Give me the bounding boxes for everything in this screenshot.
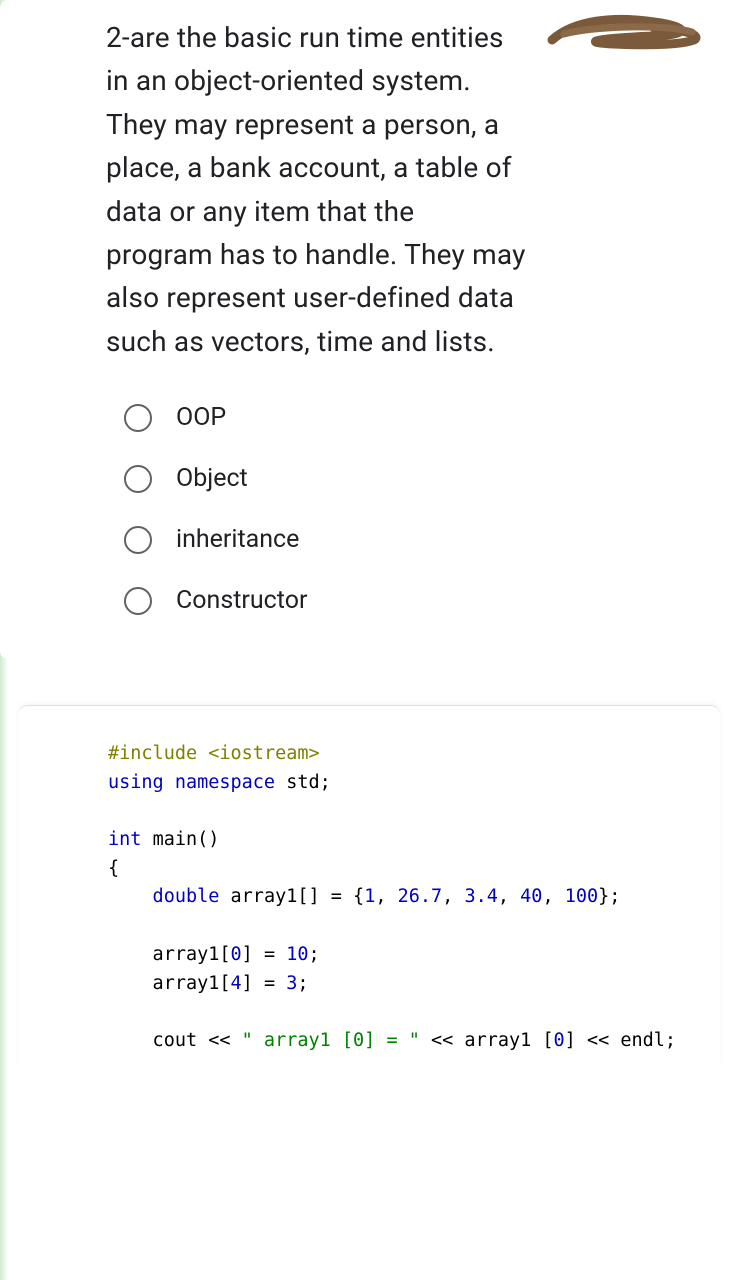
code-token: 26.7 bbox=[398, 886, 443, 907]
code-token: using bbox=[108, 772, 175, 793]
code-token: << array1 [ bbox=[420, 1030, 554, 1051]
code-token: 0 bbox=[231, 944, 242, 965]
code-token: 3 bbox=[286, 973, 297, 994]
code-token: <iostream> bbox=[208, 743, 319, 764]
code-token: std; bbox=[286, 772, 331, 793]
option-object[interactable]: Object bbox=[124, 464, 710, 493]
code-token: 0 bbox=[554, 1030, 565, 1051]
code-token: " array1 [0] = " bbox=[242, 1030, 420, 1051]
marker-scribble bbox=[544, 4, 704, 60]
code-token: 40 bbox=[520, 886, 542, 907]
radio-icon[interactable] bbox=[124, 526, 152, 554]
code-token: array1[ bbox=[108, 944, 231, 965]
code-block: #include <iostream> using namespace std;… bbox=[108, 740, 630, 1055]
code-token: ; bbox=[297, 973, 308, 994]
code-token: double bbox=[108, 886, 231, 907]
code-token: 1 bbox=[364, 886, 375, 907]
code-token: , bbox=[542, 886, 564, 907]
option-label: Object bbox=[176, 464, 248, 493]
code-token: 4 bbox=[231, 973, 242, 994]
code-token: 100 bbox=[565, 886, 598, 907]
radio-icon[interactable] bbox=[124, 465, 152, 493]
code-token: main() bbox=[153, 829, 220, 850]
code-token: int bbox=[108, 829, 153, 850]
code-token: ] = bbox=[242, 944, 287, 965]
code-token: , bbox=[498, 886, 520, 907]
option-label: Constructor bbox=[176, 586, 307, 615]
question-text: 2-are the basic run time entities in an … bbox=[106, 16, 526, 363]
code-token: 3.4 bbox=[464, 886, 497, 907]
code-token: array1[ bbox=[108, 973, 231, 994]
code-token: ; bbox=[309, 944, 320, 965]
option-label: inheritance bbox=[176, 525, 299, 554]
code-card: #include <iostream> using namespace std;… bbox=[18, 705, 720, 1065]
code-token: { bbox=[108, 858, 119, 879]
option-constructor[interactable]: Constructor bbox=[124, 586, 710, 615]
radio-icon[interactable] bbox=[124, 404, 152, 432]
option-inheritance[interactable]: inheritance bbox=[124, 525, 710, 554]
option-label: OOP bbox=[176, 403, 226, 432]
code-token: #include bbox=[108, 743, 208, 764]
code-token: }; bbox=[598, 886, 620, 907]
code-token: namespace bbox=[175, 772, 286, 793]
option-oop[interactable]: OOP bbox=[124, 403, 710, 432]
options-group: OOP Object inheritance Constructor bbox=[106, 403, 710, 615]
code-token: 10 bbox=[286, 944, 308, 965]
code-token: ] = bbox=[242, 973, 287, 994]
code-token: , bbox=[442, 886, 464, 907]
code-token: ] << endl; bbox=[565, 1030, 676, 1051]
code-token: cout << bbox=[108, 1030, 242, 1051]
question-card: 2-are the basic run time entities in an … bbox=[0, 0, 738, 659]
code-token: , bbox=[375, 886, 397, 907]
code-token: array1[] = { bbox=[231, 886, 365, 907]
radio-icon[interactable] bbox=[124, 587, 152, 615]
